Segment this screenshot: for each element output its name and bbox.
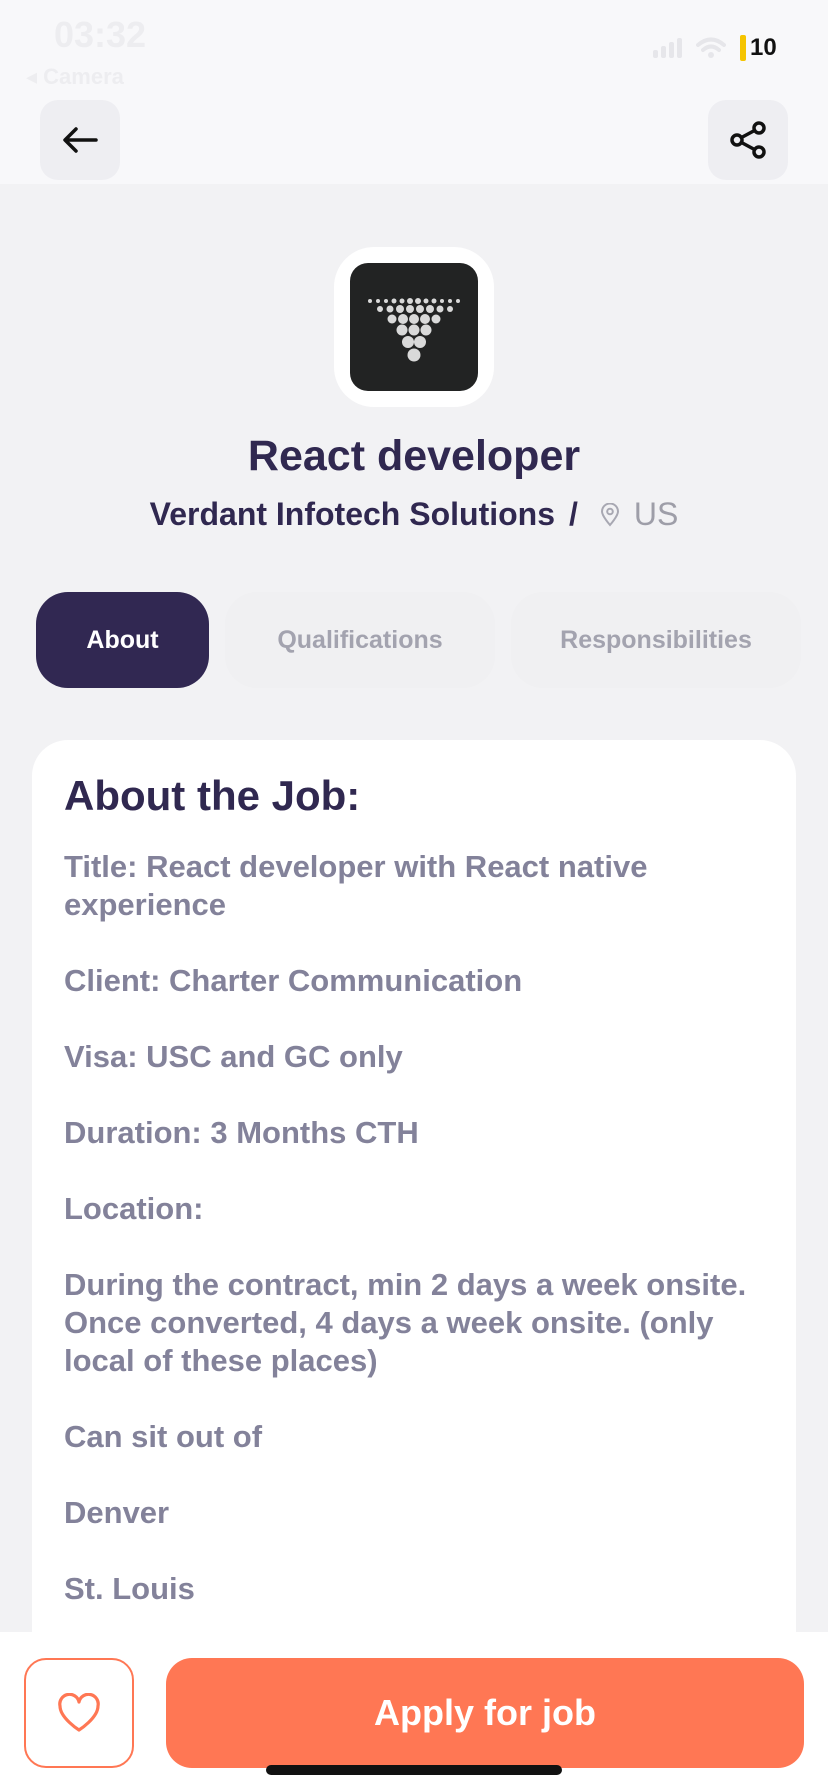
about-paragraph: Duration: 3 Months CTH xyxy=(64,1115,419,1150)
location-pin-icon xyxy=(600,502,620,527)
arrow-left-icon xyxy=(63,127,98,153)
about-paragraph: Client: Charter Communication xyxy=(64,963,523,998)
tab-responsibilities[interactable]: Responsibilities xyxy=(511,592,801,688)
about-paragraph: Can sit out of xyxy=(64,1419,263,1454)
job-location: US xyxy=(633,496,679,532)
about-paragraph: Visa: USC and GC only xyxy=(64,1039,403,1074)
battery-level: 10 xyxy=(750,34,777,61)
share-icon xyxy=(730,121,766,159)
about-paragraph: St. Louis xyxy=(64,1571,195,1606)
share-button[interactable] xyxy=(708,100,788,180)
status-time: 03:32 xyxy=(54,14,147,55)
about-paragraph: Title: React developer with React native… xyxy=(64,849,648,922)
company-logo-frame xyxy=(334,247,494,407)
about-card: About the Job: Title: React developer wi… xyxy=(32,740,796,1700)
separator: / xyxy=(569,496,578,532)
status-indicators: 10 xyxy=(653,34,784,62)
back-button[interactable] xyxy=(40,100,120,180)
status-back-to-app[interactable]: ◂ Camera xyxy=(26,64,124,90)
battery-icon: 10 xyxy=(740,34,784,62)
about-paragraph: Denver xyxy=(64,1495,170,1530)
about-paragraph: Location: xyxy=(64,1191,204,1226)
top-header: 03:32 ◂ Camera 10 xyxy=(0,0,828,184)
signal-icon xyxy=(653,38,682,58)
company-location-line: Verdant Infotech Solutions / US xyxy=(0,496,828,533)
tab-qualifications[interactable]: Qualifications xyxy=(225,592,495,688)
favorite-button[interactable] xyxy=(24,1658,134,1768)
job-title: React developer xyxy=(247,432,581,480)
tab-about[interactable]: About xyxy=(36,592,209,688)
logo-graphic xyxy=(368,298,460,362)
about-heading: About the Job: xyxy=(64,772,361,819)
wifi-icon xyxy=(696,37,726,58)
heart-icon xyxy=(58,1693,100,1732)
apply-button[interactable]: Apply for job xyxy=(166,1658,804,1768)
company-name: Verdant Infotech Solutions xyxy=(149,496,555,532)
home-indicator[interactable] xyxy=(266,1765,562,1775)
company-logo xyxy=(350,263,478,391)
about-paragraph: During the contract, min 2 days a week o… xyxy=(64,1267,747,1378)
